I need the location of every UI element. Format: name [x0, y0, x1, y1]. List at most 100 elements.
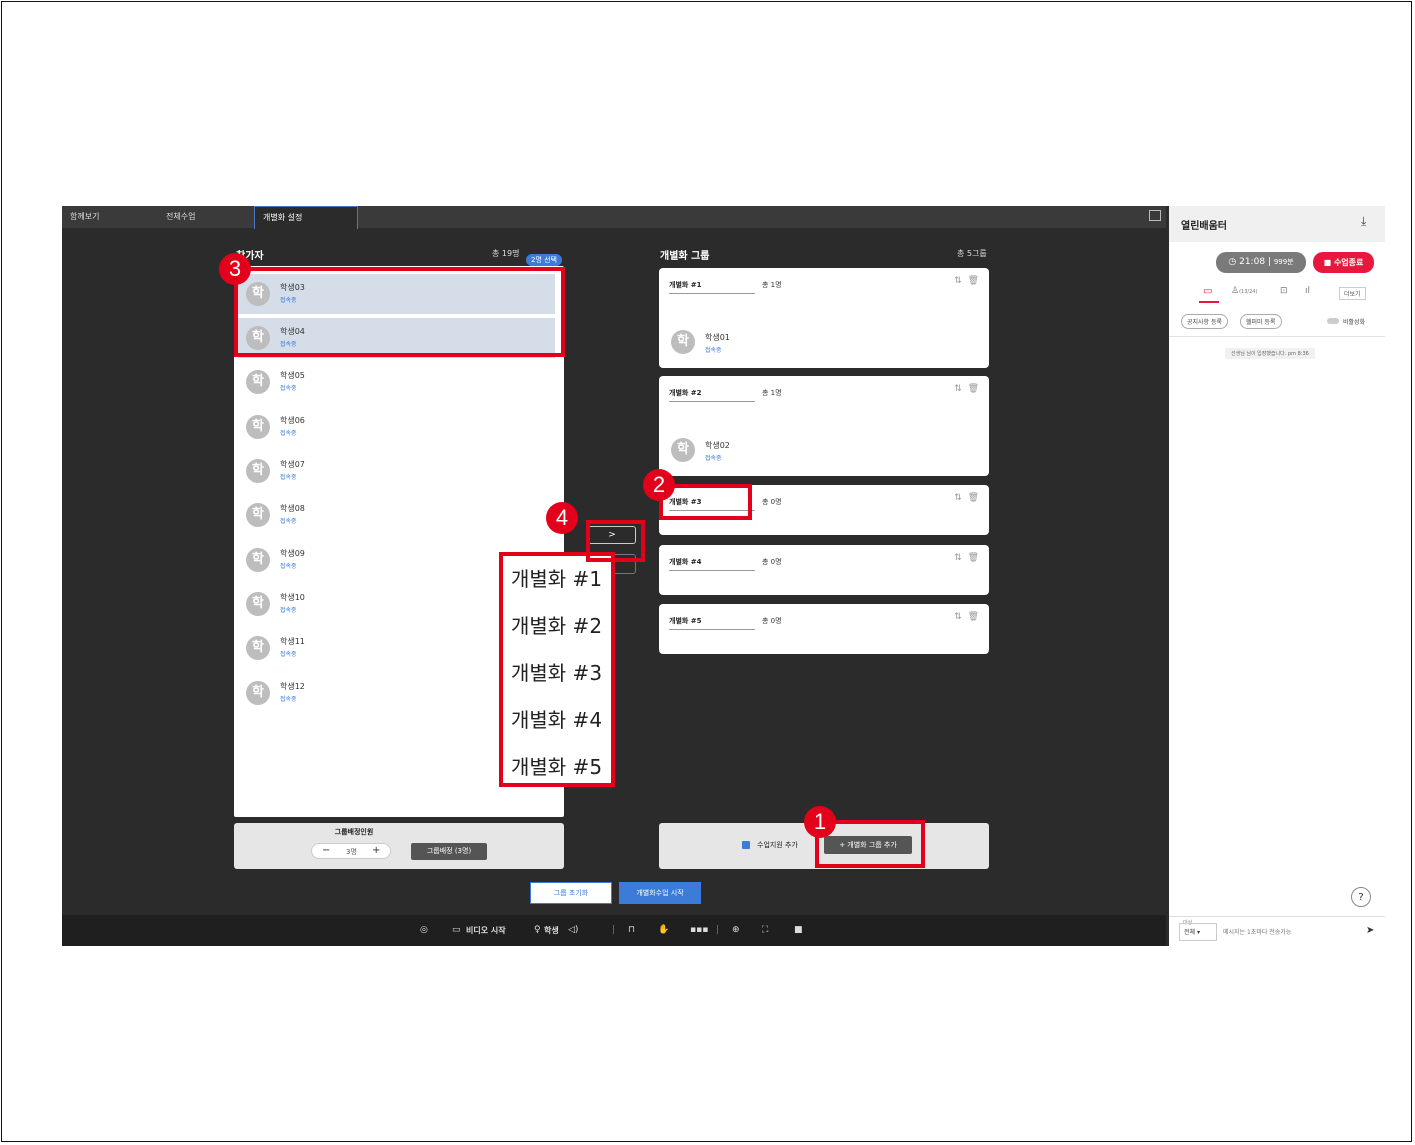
- student-status: 접속중: [280, 607, 297, 614]
- fullscreen-icon[interactable]: ⛶: [762, 915, 768, 946]
- student-name: 학생10: [280, 593, 305, 602]
- student-status: 접속중: [280, 563, 297, 570]
- student-status: 접속중: [280, 518, 297, 525]
- more-button[interactable]: 더보기: [1339, 287, 1366, 300]
- dropdown-option[interactable]: 개별화 #1: [503, 556, 611, 603]
- notice-button[interactable]: 공지사항 등록: [1181, 314, 1229, 329]
- unlock-icon[interactable]: ⊓: [628, 915, 635, 946]
- video-off-icon[interactable]: ▭: [452, 915, 461, 946]
- trash-icon[interactable]: 🗑: [968, 384, 979, 394]
- student-name: 학생08: [280, 504, 305, 513]
- dropdown-option[interactable]: 개별화 #3: [503, 650, 611, 697]
- group-count: 총 0명: [762, 558, 782, 566]
- trash-icon[interactable]: 🗑: [968, 276, 979, 286]
- group-actions: ⇅ 🗑: [954, 553, 979, 563]
- group-actions: ⇅ 🗑: [954, 384, 979, 394]
- sort-icon[interactable]: ⇅: [954, 384, 962, 394]
- mic-target-label[interactable]: 학생: [544, 915, 559, 946]
- toggle-switch[interactable]: [1327, 318, 1339, 324]
- assign-label: 그룹배정인원: [334, 828, 374, 836]
- participants-icon[interactable]: ♙(13/24): [1231, 286, 1257, 296]
- timer-badge: ◷ 21:08 | 999분: [1216, 252, 1306, 273]
- target-select[interactable]: 전체 ▾: [1179, 923, 1217, 941]
- screen-icon[interactable]: ■: [794, 915, 803, 946]
- minus-button[interactable]: −: [322, 845, 330, 856]
- plus-button[interactable]: +: [372, 845, 380, 856]
- dropdown-option[interactable]: 개별화 #5: [503, 744, 611, 791]
- end-class-button[interactable]: ■ 수업종료: [1313, 252, 1374, 273]
- group-name-field[interactable]: 개별화 #5: [669, 616, 755, 630]
- hand-icon[interactable]: ✋: [658, 915, 669, 946]
- member-status: 접속중: [705, 347, 722, 354]
- group-dropdown[interactable]: 개별화 #1 개별화 #2 개별화 #3 개별화 #4 개별화 #5: [499, 552, 615, 787]
- dots-icon[interactable]: ▪▪▪: [690, 915, 708, 946]
- helper-button[interactable]: 헬퍼미 등록: [1240, 314, 1282, 329]
- quantity-stepper[interactable]: − 3명 +: [311, 843, 391, 859]
- tab-together[interactable]: 함께보기: [62, 206, 166, 228]
- list-item[interactable]: 학 학생08 접속중: [238, 495, 555, 535]
- tab-individual-settings[interactable]: 개별화 설정: [254, 206, 358, 229]
- trash-icon[interactable]: 🗑: [968, 612, 979, 622]
- list-item[interactable]: 학 학생07 접속중: [238, 451, 555, 491]
- chart-icon[interactable]: ıl: [1305, 286, 1310, 296]
- group-name-field[interactable]: 개별화 #4: [669, 557, 755, 571]
- student-status: 접속중: [280, 474, 297, 481]
- group-assign-panel: 그룹배정인원 − 3명 + 그룹배정 (3명): [234, 823, 564, 869]
- avatar: 학: [246, 503, 270, 527]
- speaker-icon[interactable]: ◁): [568, 915, 578, 946]
- sidebar-title: 열린배움터: [1181, 221, 1227, 232]
- target-icon[interactable]: ⊕: [732, 915, 740, 946]
- avatar: 학: [246, 459, 270, 483]
- trash-icon[interactable]: 🗑: [968, 493, 979, 503]
- avatar: 학: [246, 548, 270, 572]
- list-item[interactable]: 학 학생06 접속중: [238, 407, 555, 447]
- student-name: 학생09: [280, 549, 305, 558]
- sort-icon[interactable]: ⇅: [954, 553, 962, 563]
- settings-icon[interactable]: ◎: [420, 915, 428, 946]
- mic-icon[interactable]: ♀: [534, 915, 541, 946]
- help-icon[interactable]: ?: [1351, 887, 1371, 907]
- tab-whole-class[interactable]: 전체수업: [158, 206, 262, 228]
- assign-group-button[interactable]: 그룹배정 (3명): [411, 843, 487, 860]
- send-icon[interactable]: ➤: [1366, 925, 1374, 936]
- avatar: 학: [246, 636, 270, 660]
- upload-icon[interactable]: ⊡: [1280, 286, 1288, 296]
- start-individual-button[interactable]: 개별화수업 시작: [619, 882, 701, 904]
- group-actions: ⇅ 🗑: [954, 493, 979, 503]
- chat-icon[interactable]: ▭: [1203, 286, 1212, 297]
- dropdown-option[interactable]: 개별화 #4: [503, 697, 611, 744]
- sort-icon[interactable]: ⇅: [954, 493, 962, 503]
- member-name: 학생02: [705, 441, 730, 450]
- list-item[interactable]: 학 학생05 접속중: [238, 362, 555, 402]
- group-count: 총 1명: [762, 389, 782, 397]
- trash-icon[interactable]: 🗑: [968, 553, 979, 563]
- student-name: 학생05: [280, 371, 305, 380]
- reset-groups-button[interactable]: 그룹 초기화: [530, 882, 612, 904]
- group-actions: ⇅ 🗑: [954, 612, 979, 622]
- sort-icon[interactable]: ⇅: [954, 612, 962, 622]
- sort-icon[interactable]: ⇅: [954, 276, 962, 286]
- callout-badge-1: 1: [804, 806, 836, 838]
- callout-move-button: [586, 520, 645, 562]
- edit-icon[interactable]: [1149, 210, 1161, 221]
- dropdown-option[interactable]: 개별화 #2: [503, 603, 611, 650]
- callout-badge-3: 3: [219, 253, 251, 285]
- avatar: 학: [671, 438, 695, 462]
- system-message: 선생님 님이 입장했습니다. pm 8:36: [1225, 348, 1315, 359]
- active-tab-indicator: [1199, 301, 1219, 303]
- tab-bar: 함께보기 전체수업 개별화 설정: [62, 206, 1166, 229]
- group-name-field[interactable]: 개별화 #2: [669, 388, 755, 402]
- download-icon[interactable]: ⤓: [1361, 214, 1366, 229]
- quantity-value: 3명: [346, 848, 357, 856]
- message-input[interactable]: [1221, 923, 1351, 941]
- group-card-1: 개별화 #1 총 1명 ⇅ 🗑 학 학생01 접속중: [659, 268, 989, 368]
- timer-value: 21:08: [1239, 257, 1266, 267]
- participants-total: 총 19명: [492, 249, 520, 258]
- group-name-field[interactable]: 개별화 #1: [669, 280, 755, 294]
- student-name: 학생11: [280, 637, 305, 646]
- video-start-button[interactable]: 비디오 시작: [466, 915, 506, 946]
- avatar: 학: [246, 415, 270, 439]
- student-name: 학생07: [280, 460, 305, 469]
- group-count: 총 1명: [762, 281, 782, 289]
- assistant-checkbox[interactable]: [742, 841, 750, 849]
